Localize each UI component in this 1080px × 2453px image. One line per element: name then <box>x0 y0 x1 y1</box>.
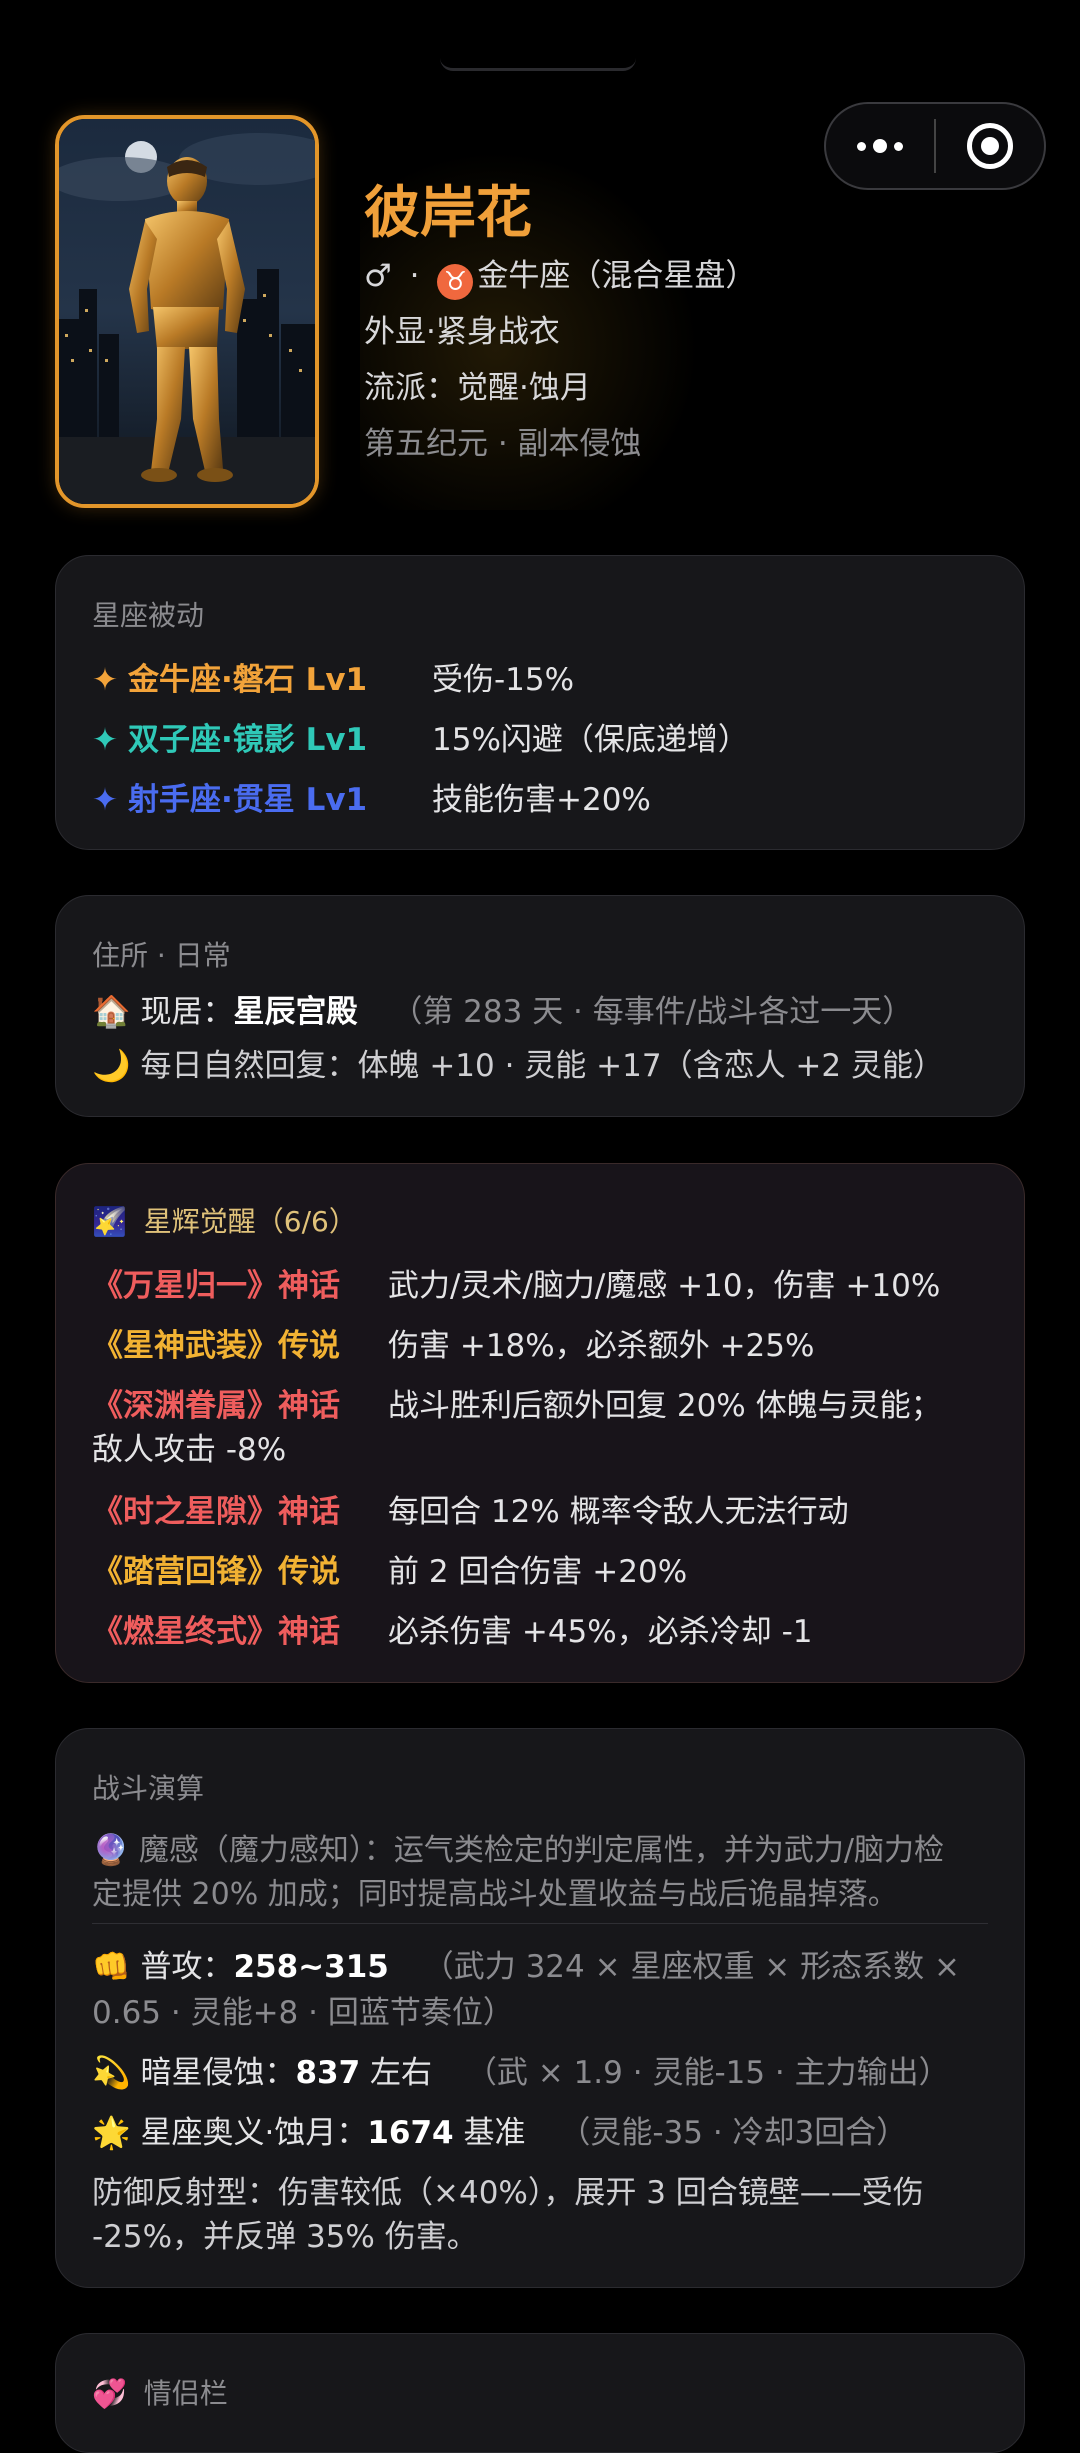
card-title: 住所 · 日常 <box>92 939 231 972</box>
ult-note: （灵能-35 · 冷却3回合） <box>559 2115 908 2151</box>
attack-note: （武力 324 × 星座权重 × 形态系数 × <box>422 1949 960 1985</box>
awaken-row[interactable]: 《星神武装》传说 伤害 +18%，必杀额外 +25% <box>92 1320 988 1365</box>
awaken-effect: 战斗胜利后额外回复 20% 体魄与灵能； <box>388 1388 942 1424</box>
passive-row[interactable]: ✦ 金牛座·磐石 Lv1 受伤-15% <box>92 654 988 699</box>
awaken-row[interactable]: 《时之星隙》神话 每回合 12% 概率令敌人无法行动 <box>92 1486 988 1531</box>
awaken-name: 《万星归一》神话 <box>92 1268 340 1304</box>
school-text: 流派：觉醒·蚀月 <box>364 370 591 406</box>
passive-row[interactable]: ✦ 双子座·镜影 Lv1 15%闪避（保底递增） <box>92 714 988 759</box>
couple-header: 💞 情侣栏 <box>92 2372 228 2412</box>
awaken-row[interactable]: 《燃星终式》神话 必杀伤害 +45%，必杀冷却 -1 <box>92 1606 988 1651</box>
star-icon: ✦ <box>92 662 118 698</box>
home-label: 现居： <box>140 994 234 1030</box>
fist-icon: 👊 <box>92 1949 131 1985</box>
dizzy-star-icon: 💫 <box>92 2055 131 2091</box>
target-icon <box>967 123 1013 169</box>
card-title: 情侣栏 <box>143 2377 228 2410</box>
gender-icon: ♂ <box>364 258 392 294</box>
awaken-effect: 武力/灵术/脑力/魔感 +10，伤害 +10% <box>388 1268 941 1304</box>
awaken-effect: 每回合 12% 概率令敌人无法行动 <box>388 1494 849 1530</box>
passive-effect: 15%闪避（保底递增） <box>432 722 749 758</box>
reflect-text-1: 防御反射型：伤害较低（×40%），展开 3 回合镜壁——受伤 <box>92 2175 924 2211</box>
card-title: 战斗演算 <box>92 1772 205 1805</box>
recovery-text: 每日自然回复：体魄 +10 · 灵能 +17（含恋人 +2 灵能） <box>140 1048 944 1084</box>
passive-effect: 技能伤害+20% <box>432 782 651 818</box>
zodiac-text: 金牛座（混合星盘） <box>477 258 757 294</box>
home-value: 星辰宫殿 <box>233 994 358 1030</box>
attack-row[interactable]: 👊 普攻：258~315 （武力 324 × 星座权重 × 形态系数 × <box>92 1941 988 1986</box>
character-sign-line: ♂ · ♉ 金牛座（混合星盘） <box>364 250 756 300</box>
awaken-row[interactable]: 《深渊眷属》神话 战斗胜利后额外回复 20% 体魄与灵能； <box>92 1380 988 1425</box>
awaken-effect-cont: 敌人攻击 -8% <box>92 1432 287 1468</box>
awaken-card: 🌠 星辉觉醒（6/6） 《万星归一》神话 武力/灵术/脑力/魔感 +10，伤害 … <box>55 1163 1025 1683</box>
moon-icon: 🌙 <box>92 1048 131 1084</box>
ult-label: 星座奥义·蚀月： <box>140 2115 368 2151</box>
hearts-icon: 💞 <box>92 2377 127 2410</box>
attack-value: 258~315 <box>233 1949 389 1985</box>
dark-label: 暗星侵蚀： <box>140 2055 296 2091</box>
passives-card: 星座被动 ✦ 金牛座·磐石 Lv1 受伤-15% ✦ 双子座·镜影 Lv1 15%闪… <box>55 555 1025 850</box>
passive-effect: 受伤-15% <box>432 662 575 698</box>
ult-suffix: 基准 <box>453 2115 526 2151</box>
close-button[interactable] <box>936 104 1044 188</box>
more-icon <box>857 139 903 153</box>
home-row[interactable]: 🏠 现居：星辰宫殿 （第 283 天 · 每事件/战斗各过一天） <box>92 986 988 1031</box>
dark-note: （武 × 1.9 · 灵能-15 · 主力输出） <box>465 2055 950 2091</box>
more-button[interactable] <box>826 104 934 188</box>
passive-name: 射手座·贯星 Lv1 <box>128 782 368 818</box>
ultimate-row[interactable]: 🌟 星座奥义·蚀月：1674 基准 （灵能-35 · 冷却3回合） <box>92 2107 988 2152</box>
card-title: 星辉觉醒（6/6） <box>143 1205 357 1238</box>
glowing-star-icon: 🌟 <box>92 2115 131 2151</box>
passive-name: 金牛座·磐石 Lv1 <box>128 662 368 698</box>
awaken-name: 《深渊眷属》神话 <box>92 1388 340 1424</box>
awaken-name: 《星神武装》传说 <box>92 1328 340 1364</box>
awaken-row[interactable]: 《万星归一》神话 武力/灵术/脑力/魔感 +10，伤害 +10% <box>92 1260 988 1305</box>
residence-card: 住所 · 日常 🏠 现居：星辰宫殿 （第 283 天 · 每事件/战斗各过一天）… <box>55 895 1025 1117</box>
passive-row[interactable]: ✦ 射手座·贯星 Lv1 技能伤害+20% <box>92 774 988 819</box>
awaken-effect: 伤害 +18%，必杀额外 +25% <box>388 1328 815 1364</box>
awaken-row[interactable]: 《踏营回锋》传说 前 2 回合伤害 +20% <box>92 1546 988 1591</box>
star-icon: ✦ <box>92 782 118 818</box>
couple-card: 💞 情侣栏 <box>55 2333 1025 2453</box>
awaken-name: 《踏营回锋》传说 <box>92 1554 340 1590</box>
magic-note: 🔮 魔感（魔力感知）：运气类检定的判定属性，并为武力/脑力检 <box>92 1825 988 1869</box>
dark-erosion-row[interactable]: 💫 暗星侵蚀：837 左右 （武 × 1.9 · 灵能-15 · 主力输出） <box>92 2047 988 2092</box>
dark-value: 837 <box>295 2055 361 2091</box>
magic-text-1: 魔感（魔力感知）：运气类检定的判定属性，并为武力/脑力检 <box>138 1833 945 1868</box>
attack-note-cont: 0.65 · 灵能+8 · 回蓝节奏位） <box>92 1995 514 2031</box>
taurus-icon: ♉ <box>437 264 474 300</box>
passive-name: 双子座·镜影 Lv1 <box>128 722 368 758</box>
card-title: 星座被动 <box>92 599 205 632</box>
magic-text-2: 定提供 20% 加成；同时提高战斗处置收益与战后诡晶掉落。 <box>92 1877 898 1912</box>
ult-value: 1674 <box>367 2115 454 2151</box>
character-name: 彼岸花 <box>364 181 532 246</box>
star-icon: ✦ <box>92 722 118 758</box>
portrait-image <box>59 119 315 504</box>
dark-suffix: 左右 <box>360 2055 433 2091</box>
reflect-text-2: -25%，并反弹 35% 伤害。 <box>92 2219 478 2255</box>
mini-program-capsule <box>824 102 1046 190</box>
awaken-name: 《燃星终式》神话 <box>92 1614 340 1650</box>
separator-dot: · <box>409 258 420 294</box>
divider <box>92 1923 988 1924</box>
character-portrait[interactable] <box>55 115 319 508</box>
home-icon: 🏠 <box>92 994 131 1030</box>
awaken-effect: 必杀伤害 +45%，必杀冷却 -1 <box>388 1614 813 1650</box>
attack-label: 普攻： <box>140 1949 234 1985</box>
awaken-header: 🌠 星辉觉醒（6/6） <box>92 1200 357 1240</box>
top-handle <box>440 58 636 71</box>
battle-card: 战斗演算 🔮 魔感（魔力感知）：运气类检定的判定属性，并为武力/脑力检 定提供 … <box>55 1728 1025 2288</box>
awaken-effect: 前 2 回合伤害 +20% <box>388 1554 688 1590</box>
appearance-text: 外显·紧身战衣 <box>364 314 560 350</box>
crystal-ball-icon: 🔮 <box>92 1833 130 1868</box>
awaken-name: 《时之星隙》神话 <box>92 1494 340 1530</box>
recovery-row: 🌙 每日自然回复：体魄 +10 · 灵能 +17（含恋人 +2 灵能） <box>92 1040 988 1085</box>
era-text: 第五纪元 · 副本侵蚀 <box>364 426 642 462</box>
home-note: （第 283 天 · 每事件/战斗各过一天） <box>391 994 914 1030</box>
shooting-star-icon: 🌠 <box>92 1205 127 1238</box>
